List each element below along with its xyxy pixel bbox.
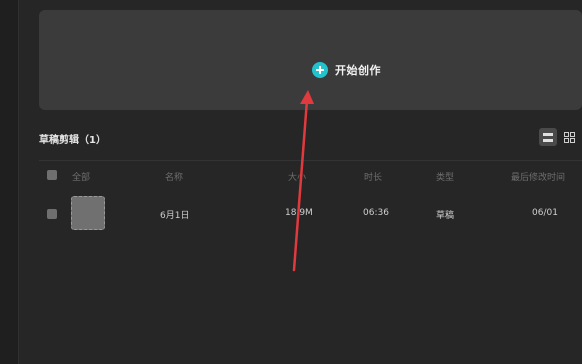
arrow-shaft: [292, 98, 309, 272]
annotation-arrow: [292, 90, 314, 272]
arrow-head-icon: [300, 90, 314, 104]
app-window: 开始创作 草稿剪辑（1） 全部 名称 大小 时长 类型 最后修改时间 6月1日 …: [0, 0, 582, 364]
